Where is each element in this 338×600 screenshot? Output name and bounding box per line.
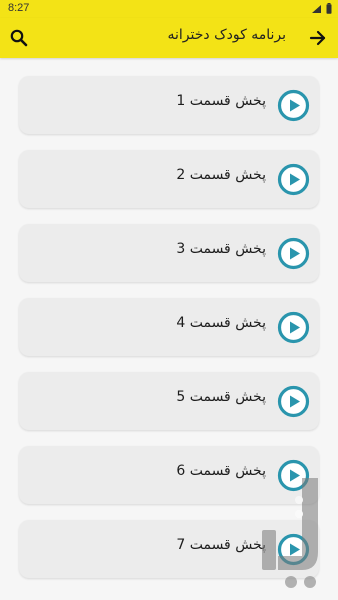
episode-card-5[interactable]: پخش قسمت 5 — [19, 372, 319, 430]
status-icons — [311, 3, 332, 14]
episode-label: پخش قسمت 3 — [176, 241, 266, 257]
play-icon[interactable] — [277, 163, 310, 196]
battery-icon — [326, 3, 332, 14]
play-icon[interactable] — [277, 89, 310, 122]
status-bar: 8:27 — [0, 0, 338, 18]
episode-label: پخش قسمت 2 — [176, 167, 266, 183]
play-icon[interactable] — [277, 237, 310, 270]
play-icon[interactable] — [277, 385, 310, 418]
episode-label: پخش قسمت 5 — [176, 389, 266, 405]
status-time: 8:27 — [8, 2, 30, 14]
search-icon[interactable] — [9, 28, 29, 48]
episode-label: پخش قسمت 4 — [176, 315, 266, 331]
episode-card-3[interactable]: پخش قسمت 3 — [19, 224, 319, 282]
signal-icon — [312, 4, 321, 13]
episode-card-2[interactable]: پخش قسمت 2 — [19, 150, 319, 208]
arrow-right-icon[interactable] — [308, 28, 328, 48]
page-title: برنامه کودک دخترانه — [167, 27, 286, 43]
episode-label: پخش قسمت 1 — [176, 93, 266, 109]
play-icon[interactable] — [277, 311, 310, 344]
app-bar: برنامه کودک دخترانه — [0, 18, 338, 58]
episode-label: پخش قسمت 7 — [176, 537, 266, 553]
episode-label: پخش قسمت 6 — [176, 463, 266, 479]
watermark-logo-icon — [262, 478, 318, 588]
episode-card-1[interactable]: پخش قسمت 1 — [19, 76, 319, 134]
episode-card-4[interactable]: پخش قسمت 4 — [19, 298, 319, 356]
